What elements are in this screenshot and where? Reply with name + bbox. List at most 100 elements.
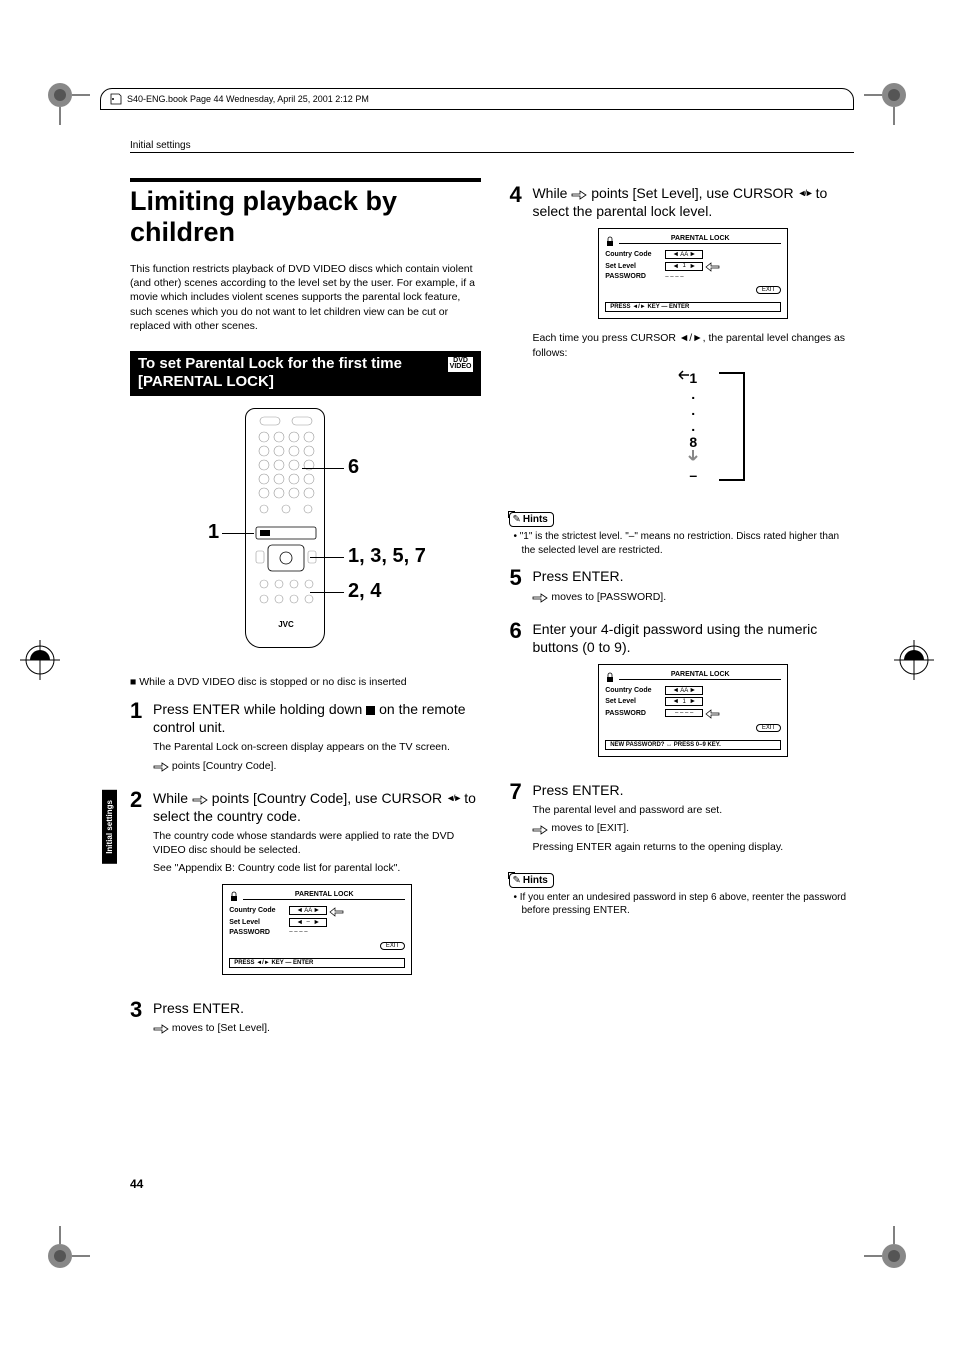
step-subtext: See "Appendix B: Country code list for p… xyxy=(153,861,481,875)
cycle-dots: . xyxy=(687,386,699,402)
callout-line xyxy=(310,557,344,558)
step-number: 2 xyxy=(130,789,148,987)
remote-diagram: JVC 6 1 1, 3, 5, 7 2, 4 xyxy=(130,408,481,658)
step-subtext: The parental level and password are set. xyxy=(532,803,854,817)
osd-label: Set Level xyxy=(605,263,665,270)
step-heading: Press ENTER. xyxy=(153,999,481,1017)
osd-label: PASSWORD xyxy=(229,929,289,936)
osd-exit: EXIT xyxy=(756,724,781,732)
text: 1 xyxy=(683,263,686,269)
text: moves to [Set Level]. xyxy=(172,1022,270,1034)
text: points [Set Level], use CURSOR xyxy=(587,185,797,201)
lock-icon xyxy=(605,238,615,246)
book-header-text: S40-ENG.book Page 44 Wednesday, April 25… xyxy=(127,94,369,104)
page-title: Limiting playback by children xyxy=(130,178,481,248)
hint-text: • If you enter an undesired password in … xyxy=(521,891,854,918)
step-number: 3 xyxy=(130,999,148,1039)
cycle-dots: . xyxy=(687,402,699,418)
step-subtext: The Parental Lock on-screen display appe… xyxy=(153,740,481,754)
crop-mark-icon xyxy=(40,75,80,115)
dvd-video-badge: DVD VIDEO xyxy=(448,357,474,372)
step-subtext: Pressing ENTER again returns to the open… xyxy=(532,840,854,854)
pointer-hand-icon xyxy=(153,1022,169,1034)
step-number: 7 xyxy=(509,781,527,858)
cycle-value: 8 xyxy=(687,434,699,450)
cycle-value: – xyxy=(687,467,699,483)
text: – xyxy=(307,919,310,925)
crop-mark-icon xyxy=(894,640,934,680)
crop-mark-icon xyxy=(40,1236,80,1276)
cursor-lr-icon: ◄/► xyxy=(446,793,460,805)
step-4: 4 While points [Set Level], use CURSOR ◄… xyxy=(509,184,854,497)
osd-title: PARENTAL LOCK xyxy=(619,671,781,680)
step-subtext: moves to [Set Level]. xyxy=(153,1021,481,1035)
lock-icon xyxy=(605,674,615,682)
step-subtext: moves to [EXIT]. xyxy=(532,821,854,835)
pointer-hand-icon xyxy=(571,188,587,200)
osd-footer: PRESS ◄/► KEY — ENTER xyxy=(229,958,405,968)
callout-1357: 1, 3, 5, 7 xyxy=(348,545,426,568)
side-tab: Initial settings xyxy=(102,790,117,864)
text: 1 xyxy=(683,699,686,705)
stop-icon xyxy=(366,706,375,715)
pointer-hand-icon xyxy=(192,793,208,805)
remote-outline: JVC xyxy=(245,408,325,648)
section-title: To set Parental Lock for the first time … xyxy=(138,355,448,391)
callout-line xyxy=(302,468,344,469)
breadcrumb: Initial settings xyxy=(130,140,854,153)
osd-value: ◄–► xyxy=(289,918,327,927)
hint-text: • "1" is the strictest level. "–" means … xyxy=(521,530,854,557)
text: AA xyxy=(680,252,688,258)
pencil-icon: ✎ xyxy=(512,875,520,886)
step-6: 6 Enter your 4-digit password using the … xyxy=(509,620,854,769)
osd-value: ◄1► xyxy=(665,262,703,271)
osd-footer: NEW PASSWORD? ↔ PRESS 0–9 KEY. xyxy=(605,740,781,750)
osd-label: Set Level xyxy=(605,698,665,705)
step-heading: Press ENTER while holding down on the re… xyxy=(153,700,481,736)
crop-mark-icon xyxy=(874,75,914,115)
badge-line: VIDEO xyxy=(450,364,472,370)
step-heading: Enter your 4-digit password using the nu… xyxy=(532,620,854,656)
step-2: 2 While points [Country Code], use CURSO… xyxy=(130,789,481,987)
hints-badge: ✎Hints xyxy=(509,512,553,527)
pencil-icon: ✎ xyxy=(512,514,520,525)
osd-exit: EXIT xyxy=(756,286,781,294)
book-header: S40-ENG.book Page 44 Wednesday, April 25… xyxy=(100,88,854,110)
text: points [Country Code]. xyxy=(172,760,276,772)
osd-title: PARENTAL LOCK xyxy=(619,235,781,244)
pointer-hand-icon xyxy=(706,261,720,271)
step-number: 6 xyxy=(509,620,527,769)
osd-title: PARENTAL LOCK xyxy=(243,891,405,900)
osd-value: ◄AA► xyxy=(665,686,703,695)
lock-icon xyxy=(229,893,239,901)
osd-screenshot: PARENTAL LOCK Country Code◄AA► Set Level… xyxy=(598,228,788,319)
text: While xyxy=(153,790,192,806)
step-heading: Press ENTER. xyxy=(532,567,854,585)
text: points [Country Code], use CURSOR xyxy=(208,790,446,806)
pointer-hand-icon xyxy=(330,906,344,916)
text: Press ENTER while holding down xyxy=(153,701,366,717)
callout-line xyxy=(222,533,254,534)
cycle-dots: . xyxy=(687,418,699,434)
osd-screenshot: PARENTAL LOCK Country Code◄AA► Set Level… xyxy=(598,664,788,757)
osd-value: – – – – xyxy=(665,709,703,717)
step-number: 5 xyxy=(509,567,527,607)
step-subtext: points [Country Code]. xyxy=(153,759,481,773)
crop-mark-icon xyxy=(874,1236,914,1276)
step-3: 3 Press ENTER. moves to [Set Level]. xyxy=(130,999,481,1039)
osd-label: PASSWORD xyxy=(605,710,665,717)
hints-badge: ✎Hints xyxy=(509,873,553,888)
section-heading: To set Parental Lock for the first time … xyxy=(130,351,481,396)
osd-label: PASSWORD xyxy=(605,273,665,280)
text: moves to [EXIT]. xyxy=(551,822,629,834)
callout-1: 1 xyxy=(208,521,219,544)
hints-label: Hints xyxy=(523,514,548,525)
osd-label: Country Code xyxy=(605,687,665,694)
crop-mark-icon xyxy=(20,640,60,680)
pointer-hand-icon xyxy=(532,823,548,835)
arrow-down-icon xyxy=(687,450,699,464)
step-number: 1 xyxy=(130,700,148,777)
text: moves to [PASSWORD]. xyxy=(551,591,666,603)
page-number: 44 xyxy=(130,1177,143,1191)
step-heading: While points [Set Level], use CURSOR ◄/►… xyxy=(532,184,854,220)
